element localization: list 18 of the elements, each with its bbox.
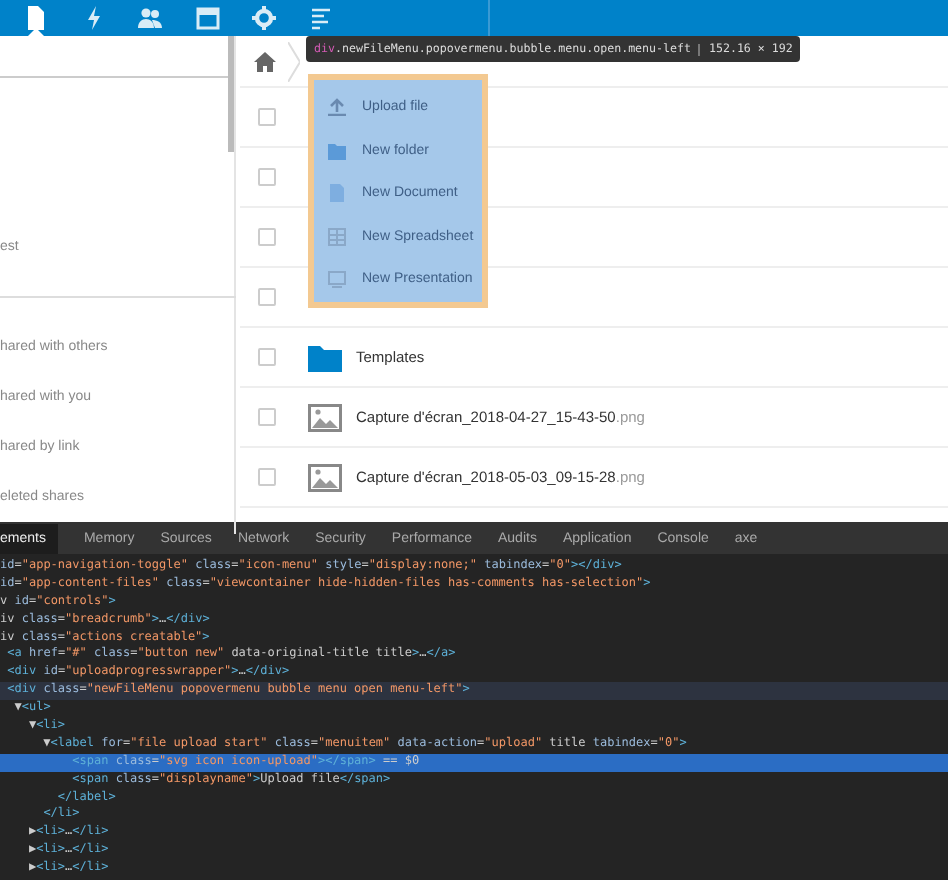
image-icon <box>308 463 342 491</box>
upload-icon <box>328 98 346 117</box>
checkbox[interactable] <box>258 108 276 126</box>
checkbox[interactable] <box>258 228 276 246</box>
grid-icon <box>328 227 346 246</box>
document-icon <box>328 184 346 203</box>
monitor-icon <box>328 270 346 289</box>
checkbox[interactable] <box>258 348 276 366</box>
home-icon[interactable] <box>254 51 276 71</box>
checkbox[interactable] <box>258 168 276 186</box>
checkbox[interactable] <box>258 468 276 486</box>
folder-icon <box>308 343 342 371</box>
scrollbar[interactable] <box>228 36 234 152</box>
image-icon <box>308 403 342 431</box>
checkbox[interactable] <box>258 288 276 306</box>
chevron-icon <box>288 41 300 81</box>
folder-icon <box>328 141 346 160</box>
checkbox[interactable] <box>258 408 276 426</box>
